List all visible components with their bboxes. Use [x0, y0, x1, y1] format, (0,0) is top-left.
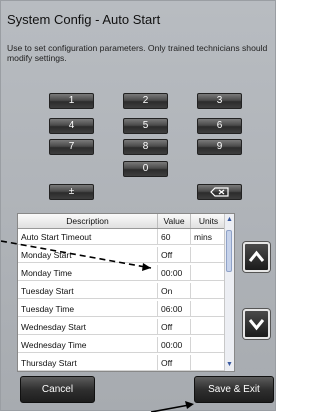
- column-header-value[interactable]: Value: [158, 214, 191, 228]
- row-description: Tuesday Start: [18, 283, 158, 299]
- key-3[interactable]: 3: [197, 93, 242, 109]
- row-value[interactable]: 06:00: [158, 301, 191, 317]
- key-4[interactable]: 4: [49, 118, 94, 134]
- table-row[interactable]: Thursday Start Off: [18, 355, 226, 371]
- key-0[interactable]: 0: [123, 161, 168, 177]
- row-value[interactable]: 60: [158, 229, 191, 245]
- row-description: Monday Start: [18, 247, 158, 263]
- chevron-up-icon: [248, 250, 265, 262]
- table-row[interactable]: Tuesday Time 06:00: [18, 301, 226, 317]
- key-6[interactable]: 6: [197, 118, 242, 134]
- config-table: Description Value Units Auto Start Timeo…: [17, 213, 235, 372]
- key-9[interactable]: 9: [197, 139, 242, 155]
- key-2[interactable]: 2: [123, 93, 168, 109]
- row-units: [191, 337, 226, 353]
- key-1[interactable]: 1: [49, 93, 94, 109]
- table-row[interactable]: Monday Time 00:00: [18, 265, 226, 281]
- row-description: Tuesday Time: [18, 301, 158, 317]
- row-description: Wednesday Start: [18, 319, 158, 335]
- row-units: [191, 319, 226, 335]
- row-value[interactable]: On: [158, 283, 191, 299]
- row-description: Thursday Start: [18, 355, 158, 371]
- row-description: Monday Time: [18, 265, 158, 281]
- backspace-key[interactable]: [197, 184, 242, 200]
- row-value[interactable]: Off: [158, 319, 191, 335]
- table-row[interactable]: Tuesday Start On: [18, 283, 226, 299]
- row-units: [191, 265, 226, 281]
- page-description: Use to set configuration parameters. Onl…: [7, 43, 268, 63]
- page-title: System Config - Auto Start: [7, 12, 161, 27]
- scrollbar-thumb[interactable]: [226, 230, 232, 272]
- row-description: Auto Start Timeout: [18, 229, 158, 245]
- column-header-units[interactable]: Units: [191, 214, 226, 228]
- column-header-description[interactable]: Description: [18, 214, 158, 228]
- scroll-down-button[interactable]: [243, 309, 270, 339]
- scroll-up-arrow-icon[interactable]: ▲: [225, 215, 234, 225]
- table-row[interactable]: Monday Start Off: [18, 247, 226, 263]
- config-panel: System Config - Auto Start Use to set co…: [0, 0, 276, 412]
- row-value[interactable]: 00:00: [158, 337, 191, 353]
- table-row[interactable]: Auto Start Timeout 60 mins: [18, 229, 226, 245]
- key-8[interactable]: 8: [123, 139, 168, 155]
- row-units: [191, 283, 226, 299]
- plus-minus-key[interactable]: ±: [49, 184, 94, 200]
- scroll-down-arrow-icon[interactable]: ▼: [225, 360, 234, 370]
- key-7[interactable]: 7: [49, 139, 94, 155]
- row-units: [191, 247, 226, 263]
- row-value[interactable]: Off: [158, 247, 191, 263]
- table-row[interactable]: Wednesday Start Off: [18, 319, 226, 335]
- backspace-icon: [209, 187, 229, 197]
- key-5[interactable]: 5: [123, 118, 168, 134]
- save-exit-button[interactable]: Save & Exit: [194, 376, 274, 403]
- table-scrollbar[interactable]: ▲ ▼: [224, 214, 234, 371]
- chevron-down-icon: [248, 319, 265, 331]
- row-units: [191, 301, 226, 317]
- table-row[interactable]: Wednesday Time 00:00: [18, 337, 226, 353]
- row-value[interactable]: Off: [158, 355, 191, 371]
- row-description: Wednesday Time: [18, 337, 158, 353]
- row-units: mins: [191, 229, 226, 245]
- table-header: Description Value Units: [18, 214, 226, 229]
- cancel-button[interactable]: Cancel: [20, 376, 95, 403]
- row-value[interactable]: 00:00: [158, 265, 191, 281]
- row-units: [191, 355, 226, 371]
- scroll-up-button[interactable]: [243, 242, 270, 272]
